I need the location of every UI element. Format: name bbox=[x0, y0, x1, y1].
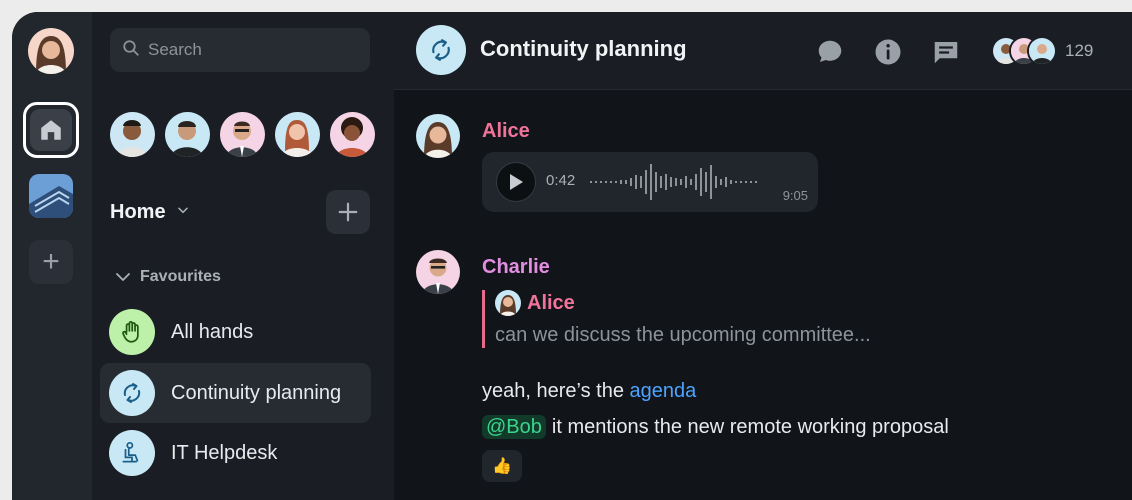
thumbs-up-reaction[interactable]: 👍 bbox=[482, 450, 522, 482]
member-avatar bbox=[1027, 36, 1057, 66]
info-icon[interactable] bbox=[872, 36, 904, 68]
search-box[interactable] bbox=[110, 28, 370, 72]
room-name: All hands bbox=[171, 320, 254, 343]
member-count: 129 bbox=[1065, 41, 1094, 60]
room-view: Continuity planning 129 Alice 0:42 9:05 … bbox=[394, 12, 1132, 500]
person-avatar[interactable] bbox=[110, 112, 155, 157]
home-space-button[interactable] bbox=[23, 102, 79, 158]
member-list-button[interactable]: 129 bbox=[991, 36, 1093, 66]
message-line: @Bob it mentions the new remote working p… bbox=[482, 415, 949, 439]
reply-text: can we discuss the upcoming committee... bbox=[495, 324, 871, 346]
space-avatar-building[interactable] bbox=[29, 174, 73, 218]
voice-duration: 9:05 bbox=[782, 188, 808, 203]
voice-elapsed: 0:42 bbox=[546, 172, 576, 189]
home-icon bbox=[30, 109, 72, 151]
sender-name[interactable]: Alice bbox=[482, 120, 530, 143]
threads-icon[interactable] bbox=[814, 36, 846, 68]
sender-name[interactable]: Charlie bbox=[482, 256, 550, 279]
favourites-section-toggle[interactable]: Favourites bbox=[114, 268, 221, 286]
message-charlie: Charlie Alice can we discuss the upcomin… bbox=[416, 250, 1116, 500]
sender-avatar[interactable] bbox=[416, 250, 460, 294]
message-alice: Alice 0:42 9:05 bbox=[416, 114, 916, 224]
chat-icon[interactable] bbox=[930, 36, 962, 68]
room-item-it-helpdesk[interactable]: IT Helpdesk bbox=[100, 423, 371, 483]
room-name: Continuity planning bbox=[171, 381, 342, 404]
waveform[interactable] bbox=[590, 162, 766, 202]
person-avatar[interactable] bbox=[220, 112, 265, 157]
rooms-header[interactable]: Home bbox=[110, 190, 370, 234]
person-avatar[interactable] bbox=[165, 112, 210, 157]
app-window: + Home bbox=[12, 12, 1132, 500]
reply-sender-name: Alice bbox=[527, 291, 575, 314]
user-avatar[interactable] bbox=[28, 28, 74, 74]
rooms-header-label: Home bbox=[110, 200, 166, 223]
chevron-down-icon[interactable] bbox=[176, 203, 190, 222]
header-actions bbox=[814, 36, 962, 68]
space-rail: + bbox=[12, 12, 92, 500]
room-header: Continuity planning 129 bbox=[394, 12, 1132, 90]
sender-avatar[interactable] bbox=[416, 114, 460, 158]
room-list-panel: Home Favourites All hands Continuity pla… bbox=[92, 12, 394, 500]
add-space-button[interactable]: + bbox=[29, 240, 73, 284]
add-room-button[interactable] bbox=[326, 190, 370, 234]
play-icon bbox=[510, 174, 523, 190]
raised-hand-icon bbox=[109, 309, 155, 355]
reply-quote[interactable]: Alice can we discuss the upcoming commit… bbox=[482, 290, 922, 348]
message-line: yeah, here’s the agenda bbox=[482, 380, 696, 403]
mention-pill[interactable]: @Bob bbox=[482, 415, 546, 439]
person-avatar[interactable] bbox=[275, 112, 320, 157]
reply-sender-avatar bbox=[495, 290, 521, 316]
room-title[interactable]: Continuity planning bbox=[480, 36, 687, 62]
chevron-down-icon bbox=[116, 273, 130, 281]
agenda-link[interactable]: agenda bbox=[630, 380, 697, 402]
search-input[interactable] bbox=[148, 40, 348, 60]
reaction-emoji: 👍 bbox=[492, 458, 512, 475]
room-name: IT Helpdesk bbox=[171, 441, 278, 464]
room-avatar-sync-icon[interactable] bbox=[416, 25, 466, 75]
person-avatar[interactable] bbox=[330, 112, 375, 157]
sync-icon bbox=[109, 370, 155, 416]
favourites-label: Favourites bbox=[140, 268, 221, 285]
message-text: yeah, here’s the bbox=[482, 380, 630, 402]
search-icon bbox=[122, 39, 140, 62]
room-item-all-hands[interactable]: All hands bbox=[100, 302, 371, 362]
play-button[interactable] bbox=[496, 162, 536, 202]
chair-person-icon bbox=[109, 430, 155, 476]
people-row bbox=[110, 112, 375, 157]
room-item-continuity-planning[interactable]: Continuity planning bbox=[100, 363, 371, 423]
plus-icon bbox=[338, 202, 358, 222]
voice-message: 0:42 9:05 bbox=[482, 152, 818, 212]
message-text: it mentions the new remote working propo… bbox=[551, 416, 949, 438]
